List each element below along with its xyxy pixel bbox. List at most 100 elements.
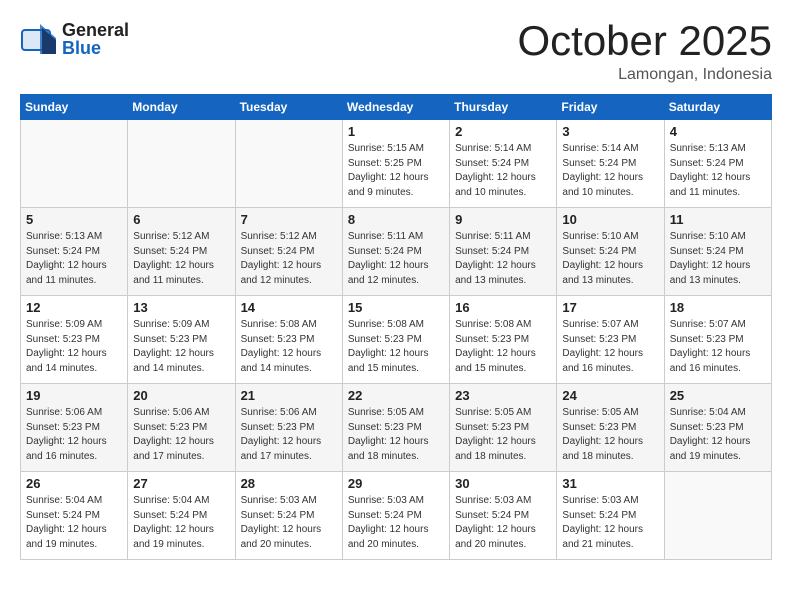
cell-info: Sunrise: 5:08 AM Sunset: 5:23 PM Dayligh… [348,318,444,376]
cell-info: Sunrise: 5:14 AM Sunset: 5:24 PM Dayligh… [562,142,658,200]
day-number: 19 [26,388,122,403]
cell-info: Sunrise: 5:07 AM Sunset: 5:23 PM Dayligh… [562,318,658,376]
weekday-header-cell: Friday [557,95,664,120]
cell-info: Sunrise: 5:15 AM Sunset: 5:25 PM Dayligh… [348,142,444,200]
cell-info: Sunrise: 5:09 AM Sunset: 5:23 PM Dayligh… [26,318,122,376]
calendar-cell: 28 Sunrise: 5:03 AM Sunset: 5:24 PM Dayli… [235,472,342,560]
day-number: 13 [133,300,229,315]
cell-info: Sunrise: 5:08 AM Sunset: 5:23 PM Dayligh… [455,318,551,376]
day-number: 15 [348,300,444,315]
calendar-cell: 30 Sunrise: 5:03 AM Sunset: 5:24 PM Dayli… [450,472,557,560]
calendar-cell: 14Sunrise: 5:08 AM Sunset: 5:23 PM Dayli… [235,296,342,384]
cell-info: Sunrise: 5:11 AM Sunset: 5:24 PM Dayligh… [455,230,551,288]
day-number: 1 [348,124,444,139]
logo-name: General Blue [62,21,129,57]
logo-general-text: General [62,21,129,39]
calendar-cell: 21 Sunrise: 5:06 AM Sunset: 5:23 PM Dayli… [235,384,342,472]
calendar-cell: 18 Sunrise: 5:07 AM Sunset: 5:23 PM Dayli… [664,296,771,384]
day-number: 25 [670,388,766,403]
weekday-header-cell: Wednesday [342,95,449,120]
calendar-cell [128,120,235,208]
logo: General Blue [20,20,129,58]
calendar-cell: 23Sunrise: 5:05 AM Sunset: 5:23 PM Dayli… [450,384,557,472]
cell-info: Sunrise: 5:11 AM Sunset: 5:24 PM Dayligh… [348,230,444,288]
calendar-cell: 16 Sunrise: 5:08 AM Sunset: 5:23 PM Dayli… [450,296,557,384]
logo-blue-text: Blue [62,39,129,57]
day-number: 29 [348,476,444,491]
calendar-body: 1 Sunrise: 5:15 AM Sunset: 5:25 PM Daylig… [21,120,772,560]
month-title: October 2025 [517,20,772,62]
cell-info: Sunrise: 5:03 AM Sunset: 5:24 PM Dayligh… [455,494,551,552]
calendar-cell: 19 Sunrise: 5:06 AM Sunset: 5:23 PM Dayli… [21,384,128,472]
day-number: 20 [133,388,229,403]
day-number: 3 [562,124,658,139]
cell-info: Sunrise: 5:05 AM Sunset: 5:23 PM Dayligh… [348,406,444,464]
cell-info: Sunrise: 5:04 AM Sunset: 5:23 PM Dayligh… [670,406,766,464]
calendar-cell: 22 Sunrise: 5:05 AM Sunset: 5:23 PM Dayli… [342,384,449,472]
cell-info: Sunrise: 5:03 AM Sunset: 5:24 PM Dayligh… [562,494,658,552]
calendar-cell: 10 Sunrise: 5:10 AM Sunset: 5:24 PM Dayli… [557,208,664,296]
day-number: 30 [455,476,551,491]
cell-info: Sunrise: 5:06 AM Sunset: 5:23 PM Dayligh… [26,406,122,464]
calendar-table: SundayMondayTuesdayWednesdayThursdayFrid… [20,94,772,560]
weekday-header-cell: Saturday [664,95,771,120]
calendar-cell: 26Sunrise: 5:04 AM Sunset: 5:24 PM Dayli… [21,472,128,560]
calendar-week-row: 12 Sunrise: 5:09 AM Sunset: 5:23 PM Dayli… [21,296,772,384]
calendar-cell: 31Sunrise: 5:03 AM Sunset: 5:24 PM Dayli… [557,472,664,560]
day-number: 21 [241,388,337,403]
cell-info: Sunrise: 5:07 AM Sunset: 5:23 PM Dayligh… [670,318,766,376]
day-number: 6 [133,212,229,227]
cell-info: Sunrise: 5:05 AM Sunset: 5:23 PM Dayligh… [455,406,551,464]
location: Lamongan, Indonesia [517,66,772,84]
day-number: 28 [241,476,337,491]
cell-info: Sunrise: 5:05 AM Sunset: 5:23 PM Dayligh… [562,406,658,464]
calendar-cell: 4 Sunrise: 5:13 AM Sunset: 5:24 PM Daylig… [664,120,771,208]
calendar-cell: 1 Sunrise: 5:15 AM Sunset: 5:25 PM Daylig… [342,120,449,208]
cell-info: Sunrise: 5:03 AM Sunset: 5:24 PM Dayligh… [241,494,337,552]
day-number: 26 [26,476,122,491]
day-number: 27 [133,476,229,491]
day-number: 18 [670,300,766,315]
cell-info: Sunrise: 5:12 AM Sunset: 5:24 PM Dayligh… [133,230,229,288]
calendar-cell: 29 Sunrise: 5:03 AM Sunset: 5:24 PM Dayli… [342,472,449,560]
cell-info: Sunrise: 5:10 AM Sunset: 5:24 PM Dayligh… [670,230,766,288]
day-number: 24 [562,388,658,403]
day-number: 4 [670,124,766,139]
day-number: 10 [562,212,658,227]
day-number: 2 [455,124,551,139]
calendar-cell [21,120,128,208]
cell-info: Sunrise: 5:13 AM Sunset: 5:24 PM Dayligh… [670,142,766,200]
cell-info: Sunrise: 5:08 AM Sunset: 5:23 PM Dayligh… [241,318,337,376]
calendar-cell: 17 Sunrise: 5:07 AM Sunset: 5:23 PM Dayli… [557,296,664,384]
weekday-header-row: SundayMondayTuesdayWednesdayThursdayFrid… [21,95,772,120]
day-number: 17 [562,300,658,315]
calendar-cell: 20 Sunrise: 5:06 AM Sunset: 5:23 PM Dayli… [128,384,235,472]
cell-info: Sunrise: 5:06 AM Sunset: 5:23 PM Dayligh… [133,406,229,464]
calendar-cell: 27Sunrise: 5:04 AM Sunset: 5:24 PM Dayli… [128,472,235,560]
calendar-cell: 3 Sunrise: 5:14 AM Sunset: 5:24 PM Daylig… [557,120,664,208]
calendar-cell: 7Sunrise: 5:12 AM Sunset: 5:24 PM Daylig… [235,208,342,296]
calendar-cell: 15 Sunrise: 5:08 AM Sunset: 5:23 PM Dayli… [342,296,449,384]
weekday-header-cell: Sunday [21,95,128,120]
calendar-cell: 13 Sunrise: 5:09 AM Sunset: 5:23 PM Dayli… [128,296,235,384]
cell-info: Sunrise: 5:06 AM Sunset: 5:23 PM Dayligh… [241,406,337,464]
cell-info: Sunrise: 5:10 AM Sunset: 5:24 PM Dayligh… [562,230,658,288]
calendar-week-row: 1 Sunrise: 5:15 AM Sunset: 5:25 PM Daylig… [21,120,772,208]
calendar-cell: 8Sunrise: 5:11 AM Sunset: 5:24 PM Daylig… [342,208,449,296]
calendar-cell [664,472,771,560]
calendar-week-row: 5Sunrise: 5:13 AM Sunset: 5:24 PM Daylig… [21,208,772,296]
weekday-header-cell: Monday [128,95,235,120]
calendar-cell [235,120,342,208]
calendar-cell: 6 Sunrise: 5:12 AM Sunset: 5:24 PM Daylig… [128,208,235,296]
day-number: 22 [348,388,444,403]
day-number: 12 [26,300,122,315]
cell-info: Sunrise: 5:09 AM Sunset: 5:23 PM Dayligh… [133,318,229,376]
day-number: 5 [26,212,122,227]
weekday-header-cell: Thursday [450,95,557,120]
day-number: 11 [670,212,766,227]
day-number: 16 [455,300,551,315]
calendar-cell: 2Sunrise: 5:14 AM Sunset: 5:24 PM Daylig… [450,120,557,208]
cell-info: Sunrise: 5:03 AM Sunset: 5:24 PM Dayligh… [348,494,444,552]
calendar-cell: 25 Sunrise: 5:04 AM Sunset: 5:23 PM Dayli… [664,384,771,472]
calendar-week-row: 19 Sunrise: 5:06 AM Sunset: 5:23 PM Dayli… [21,384,772,472]
